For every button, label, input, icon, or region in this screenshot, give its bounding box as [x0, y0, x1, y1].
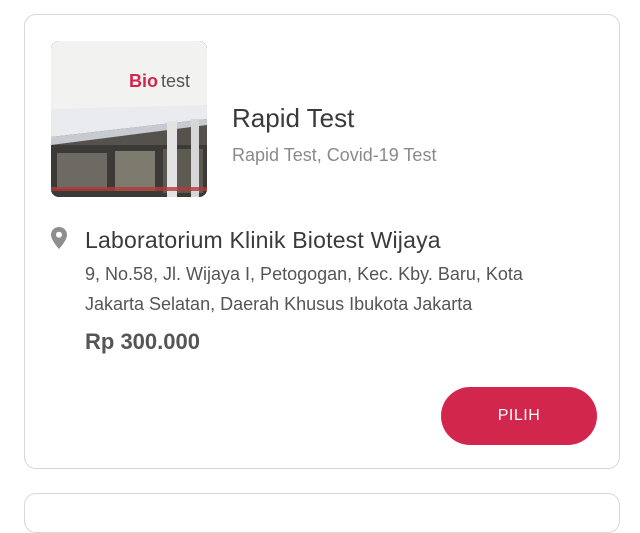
test-price: Rp 300.000 [85, 329, 200, 354]
lab-name: Laboratorium Klinik Biotest Wijaya [85, 227, 441, 253]
select-button[interactable]: PILIH [441, 387, 597, 445]
test-title: Rapid Test [232, 103, 355, 133]
test-option-card: Bio test Rapid Test Rapid Test, Covid-19… [24, 14, 620, 469]
next-option-card[interactable] [24, 493, 620, 533]
lab-thumbnail-image: Bio test [51, 41, 207, 197]
lab-address: 9, No.58, Jl. Wijaya I, Petogogan, Kec. … [85, 264, 523, 314]
svg-text:test: test [161, 71, 190, 91]
svg-text:Bio: Bio [129, 71, 158, 91]
test-subtitle: Rapid Test, Covid-19 Test [232, 145, 437, 165]
location-pin-icon [51, 227, 67, 249]
